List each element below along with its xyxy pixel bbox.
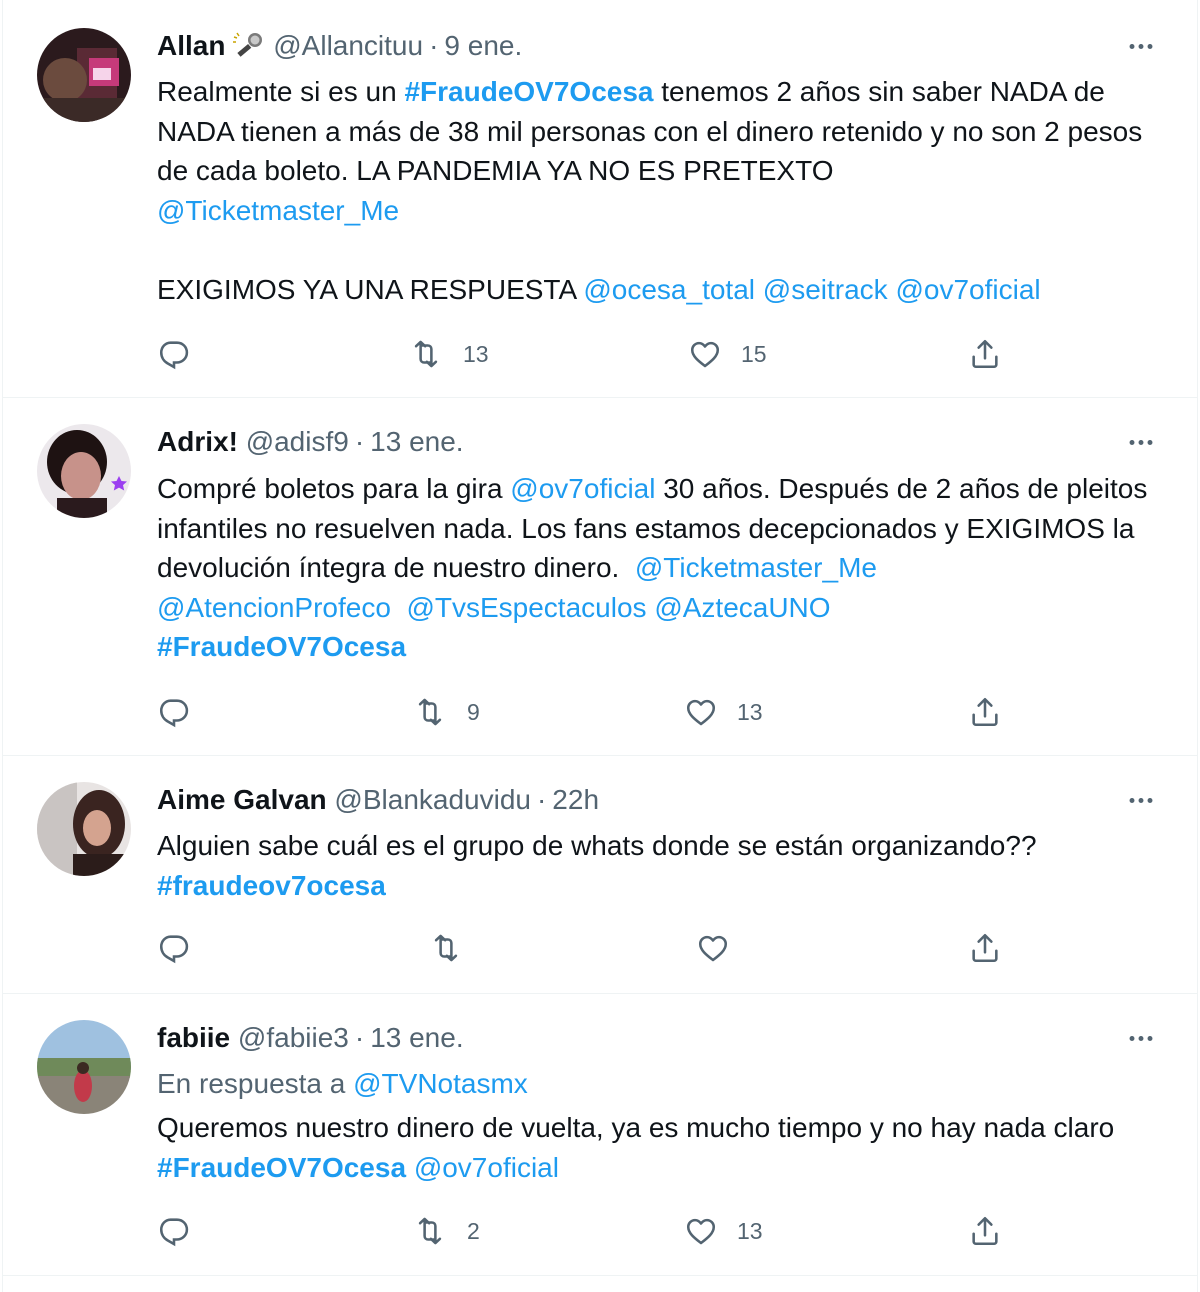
mention[interactable]: @AztecaUNO xyxy=(654,592,830,623)
reply-button[interactable] xyxy=(157,332,191,376)
timeline: Allan @Allancituu · 9 ene. Realmente si es… xyxy=(2,0,1198,1292)
reply-icon xyxy=(157,695,191,729)
display-name[interactable]: Allan xyxy=(157,30,225,61)
heart-icon xyxy=(683,1214,719,1248)
avatar[interactable] xyxy=(37,1020,131,1114)
timestamp[interactable]: 22h xyxy=(552,784,599,815)
share-button[interactable] xyxy=(967,1209,1003,1253)
heart-icon xyxy=(695,931,731,965)
tweet-header: Aime Galvan @Blankaduvidu · 22h xyxy=(157,782,599,818)
mention[interactable]: @ov7oficial xyxy=(510,473,655,504)
reply-button[interactable] xyxy=(157,926,191,970)
separator: · xyxy=(354,426,365,457)
share-icon xyxy=(967,931,1003,965)
like-count: 13 xyxy=(737,698,763,725)
tweet-header: Adrix! @adisf9 · 13 ene. xyxy=(157,424,464,460)
microphone-icon xyxy=(231,31,265,68)
retweet-icon xyxy=(407,337,445,371)
like-button[interactable] xyxy=(695,926,731,970)
reply-icon xyxy=(157,1214,191,1248)
tweet-actions: 9 13 xyxy=(153,690,1023,734)
share-button[interactable] xyxy=(967,926,1003,970)
mention[interactable]: @ov7oficial xyxy=(414,1152,559,1183)
hashtag[interactable]: #fraudeov7ocesa xyxy=(157,870,386,901)
mention[interactable]: @Ticketmaster_Me xyxy=(635,552,877,583)
retweet-count: 2 xyxy=(467,1217,480,1244)
share-icon xyxy=(967,337,1003,371)
separator: · xyxy=(429,30,439,61)
avatar[interactable] xyxy=(37,28,131,122)
mention[interactable]: @TVNotasmx xyxy=(353,1068,528,1099)
heart-icon xyxy=(687,337,723,371)
display-name[interactable]: fabiie xyxy=(157,1022,230,1053)
tweet[interactable]: Adrix! @adisf9 · 13 ene. Compré boletos pa… xyxy=(3,398,1197,756)
tweet[interactable]: fabiie @fabiie3 · 13 ene. En respuesta a @… xyxy=(3,994,1197,1276)
retweet-button[interactable]: 9 xyxy=(411,690,480,734)
mention[interactable]: @AtencionProfeco xyxy=(157,592,391,623)
handle[interactable]: @fabiie3 xyxy=(238,1022,349,1053)
separator: · xyxy=(354,1022,365,1053)
more-icon[interactable] xyxy=(1115,424,1167,460)
timestamp[interactable]: 9 ene. xyxy=(444,30,522,61)
tweet-header: fabiie @fabiie3 · 13 ene. xyxy=(157,1020,464,1056)
share-icon xyxy=(967,695,1003,729)
share-button[interactable] xyxy=(967,332,1003,376)
like-count: 15 xyxy=(741,340,767,367)
timestamp[interactable]: 13 ene. xyxy=(370,426,463,457)
tweet-actions: 13 15 xyxy=(153,332,1023,376)
tweet-text: Compré boletos para la gira @ov7oficial … xyxy=(157,473,1156,662)
avatar[interactable] xyxy=(37,782,131,876)
reply-icon xyxy=(157,337,191,371)
mention[interactable]: @TvsEspectaculos xyxy=(406,592,646,623)
retweet-icon xyxy=(427,931,465,965)
tweet[interactable]: Aime Galvan @Blankaduvidu · 22h Alguien sa… xyxy=(3,756,1197,994)
tweet-header: Allan @Allancituu · 9 ene. xyxy=(157,28,522,68)
mention[interactable]: @seitrack xyxy=(763,274,888,305)
tweet-actions xyxy=(153,926,1023,970)
mention[interactable]: @Ticketmaster_Me xyxy=(157,195,399,226)
tweet-text: Queremos nuestro dinero de vuelta, ya es… xyxy=(157,1112,1122,1183)
like-button[interactable]: 13 xyxy=(683,1209,763,1253)
retweet-icon xyxy=(411,695,449,729)
reply-context: En respuesta a @TVNotasmx xyxy=(157,1068,528,1099)
more-icon[interactable] xyxy=(1115,28,1167,64)
handle[interactable]: @Allancituu xyxy=(273,30,423,61)
handle[interactable]: @adisf9 xyxy=(246,426,349,457)
separator: · xyxy=(536,784,547,815)
share-button[interactable] xyxy=(967,690,1003,734)
display-name[interactable]: Aime Galvan xyxy=(157,784,327,815)
more-icon[interactable] xyxy=(1115,1020,1167,1056)
retweet-count: 13 xyxy=(463,340,489,367)
hashtag[interactable]: #FraudeOV7Ocesa xyxy=(404,76,653,107)
hashtag[interactable]: #FraudeOV7Ocesa xyxy=(157,631,406,662)
tweet[interactable]: Allan @Allancituu · 9 ene. Realmente si es… xyxy=(3,0,1197,398)
heart-icon xyxy=(683,695,719,729)
retweet-button[interactable] xyxy=(427,926,465,970)
tweet-actions: 2 13 xyxy=(153,1209,1023,1253)
retweet-button[interactable]: 13 xyxy=(407,332,489,376)
timestamp[interactable]: 13 ene. xyxy=(370,1022,463,1053)
reply-button[interactable] xyxy=(157,690,191,734)
hashtag[interactable]: #FraudeOV7Ocesa xyxy=(157,1152,406,1183)
handle[interactable]: @Blankaduvidu xyxy=(334,784,531,815)
share-icon xyxy=(967,1214,1003,1248)
like-button[interactable]: 15 xyxy=(687,332,767,376)
more-icon[interactable] xyxy=(1115,782,1167,818)
reply-icon xyxy=(157,931,191,965)
tweet-text: Realmente si es un #FraudeOV7Ocesa tenem… xyxy=(157,76,1151,305)
avatar[interactable] xyxy=(37,424,131,518)
display-name[interactable]: Adrix! xyxy=(157,426,238,457)
mention[interactable]: @ov7oficial xyxy=(895,274,1040,305)
tweet-text: Alguien sabe cuál es el grupo de whats d… xyxy=(157,830,1037,901)
like-count: 13 xyxy=(737,1217,763,1244)
like-button[interactable]: 13 xyxy=(683,690,763,734)
mention[interactable]: @ocesa_total xyxy=(583,274,755,305)
retweet-button[interactable]: 2 xyxy=(411,1209,480,1253)
retweet-icon xyxy=(411,1214,449,1248)
reply-button[interactable] xyxy=(157,1209,191,1253)
retweet-count: 9 xyxy=(467,698,480,725)
